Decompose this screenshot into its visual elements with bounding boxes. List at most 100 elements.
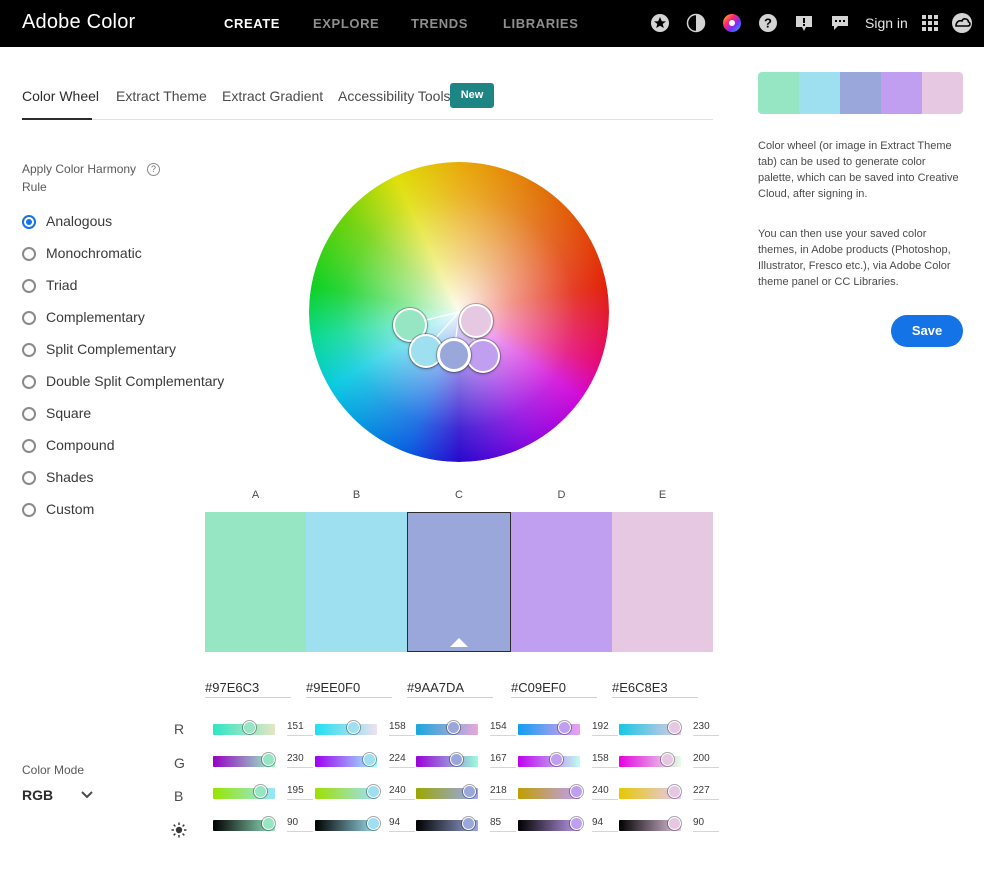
alert-icon[interactable] [794,13,814,33]
r-value-a[interactable]: 151 [287,721,313,736]
b-value-e[interactable]: 227 [693,785,719,800]
g-value-c[interactable]: 167 [490,753,516,768]
slider-knob[interactable] [366,785,380,798]
hex-input-a[interactable] [205,678,291,698]
radio-button[interactable] [22,407,36,421]
slider-knob[interactable] [569,785,583,798]
radio-button[interactable] [22,247,36,261]
slider-knob[interactable] [366,817,380,830]
g-value-e[interactable]: 200 [693,753,719,768]
b-value-b[interactable]: 240 [389,785,415,800]
tab-extract-gradient[interactable]: Extract Gradient [222,88,323,104]
b-slider-b[interactable] [315,785,380,799]
slider-knob[interactable] [446,721,460,734]
slider-knob[interactable] [462,817,476,830]
wheel-handle-c[interactable] [437,338,471,372]
g-value-b[interactable]: 224 [389,753,415,768]
r-slider-b[interactable] [315,721,377,735]
slider-knob[interactable] [661,753,675,766]
brightness-value-c[interactable]: 85 [490,817,516,832]
radio-button[interactable] [22,439,36,453]
creative-cloud-icon[interactable] [951,12,973,34]
color-swatch-e[interactable] [612,512,713,652]
r-slider-c[interactable] [416,721,478,735]
g-value-d[interactable]: 158 [592,753,618,768]
radio-button[interactable] [22,503,36,517]
r-value-d[interactable]: 192 [592,721,618,736]
brightness-value-e[interactable]: 90 [693,817,719,832]
slider-knob[interactable] [346,721,360,734]
slider-knob[interactable] [549,753,563,766]
b-value-a[interactable]: 195 [287,785,313,800]
radio-button[interactable] [22,471,36,485]
r-slider-d[interactable] [518,721,580,735]
color-swatch-d[interactable] [511,512,612,652]
nav-explore[interactable]: EXPLORE [313,16,379,31]
brightness-slider-b[interactable] [315,817,380,831]
g-slider-a[interactable] [213,753,276,767]
app-logo[interactable]: Adobe Color [22,11,135,34]
sign-in-link[interactable]: Sign in [865,15,908,31]
g-slider-c[interactable] [416,753,478,767]
b-value-c[interactable]: 218 [490,785,516,800]
radio-button[interactable] [22,375,36,389]
brightness-slider-a[interactable] [213,817,276,831]
hex-input-b[interactable] [306,678,392,698]
b-slider-e[interactable] [619,785,681,799]
b-slider-a[interactable] [213,785,275,799]
slider-knob[interactable] [262,817,276,830]
brightness-slider-e[interactable] [619,817,682,831]
wheel-handle-e[interactable] [459,304,493,338]
slider-knob[interactable] [253,785,267,798]
slider-knob[interactable] [667,785,681,798]
slider-knob[interactable] [262,753,276,766]
radio-button[interactable] [22,279,36,293]
hex-input-d[interactable] [511,678,597,698]
r-value-c[interactable]: 154 [490,721,516,736]
slider-knob[interactable] [668,817,682,830]
nav-create[interactable]: CREATE [224,16,280,31]
slider-knob[interactable] [668,721,682,734]
radio-button[interactable] [22,343,36,357]
brightness-value-a[interactable]: 90 [287,817,313,832]
nav-libraries[interactable]: LIBRARIES [503,16,578,31]
g-value-a[interactable]: 230 [287,753,313,768]
slider-knob[interactable] [569,817,583,830]
hex-input-c[interactable] [407,678,493,698]
color-swatch-c[interactable] [407,512,511,652]
chat-icon[interactable] [830,13,850,33]
slider-knob[interactable] [243,721,257,734]
tab-accessibility-tools[interactable]: Accessibility Tools [338,88,451,104]
wheel-handle-d[interactable] [466,339,500,373]
tab-extract-theme[interactable]: Extract Theme [116,88,207,104]
brightness-slider-c[interactable] [416,817,478,831]
g-slider-d[interactable] [518,753,580,767]
help-icon[interactable]: ? [758,13,778,33]
g-slider-e[interactable] [619,753,681,767]
chevron-down-icon[interactable] [80,789,94,801]
nav-trends[interactable]: TRENDS [411,16,468,31]
slider-knob[interactable] [462,785,476,798]
b-slider-c[interactable] [416,785,478,799]
g-slider-b[interactable] [315,753,377,767]
r-value-b[interactable]: 158 [389,721,415,736]
contrast-icon[interactable] [686,13,706,33]
tab-color-wheel[interactable]: Color Wheel [22,88,99,104]
slider-knob[interactable] [362,753,376,766]
brightness-value-d[interactable]: 94 [592,817,618,832]
color-swatch-a[interactable] [205,512,306,652]
apps-grid-icon[interactable] [920,13,940,33]
question-icon[interactable]: ? [147,163,160,176]
color-swatch-b[interactable] [306,512,407,652]
b-value-d[interactable]: 240 [592,785,618,800]
color-wheel-icon[interactable] [722,13,742,33]
color-mode-select[interactable]: RGB [22,787,53,803]
radio-button[interactable] [22,215,36,229]
brightness-slider-d[interactable] [518,817,583,831]
slider-knob[interactable] [450,753,464,766]
r-slider-e[interactable] [619,721,682,735]
brightness-value-b[interactable]: 94 [389,817,415,832]
slider-knob[interactable] [558,721,572,734]
star-icon[interactable] [650,13,670,33]
save-button[interactable]: Save [891,315,963,347]
